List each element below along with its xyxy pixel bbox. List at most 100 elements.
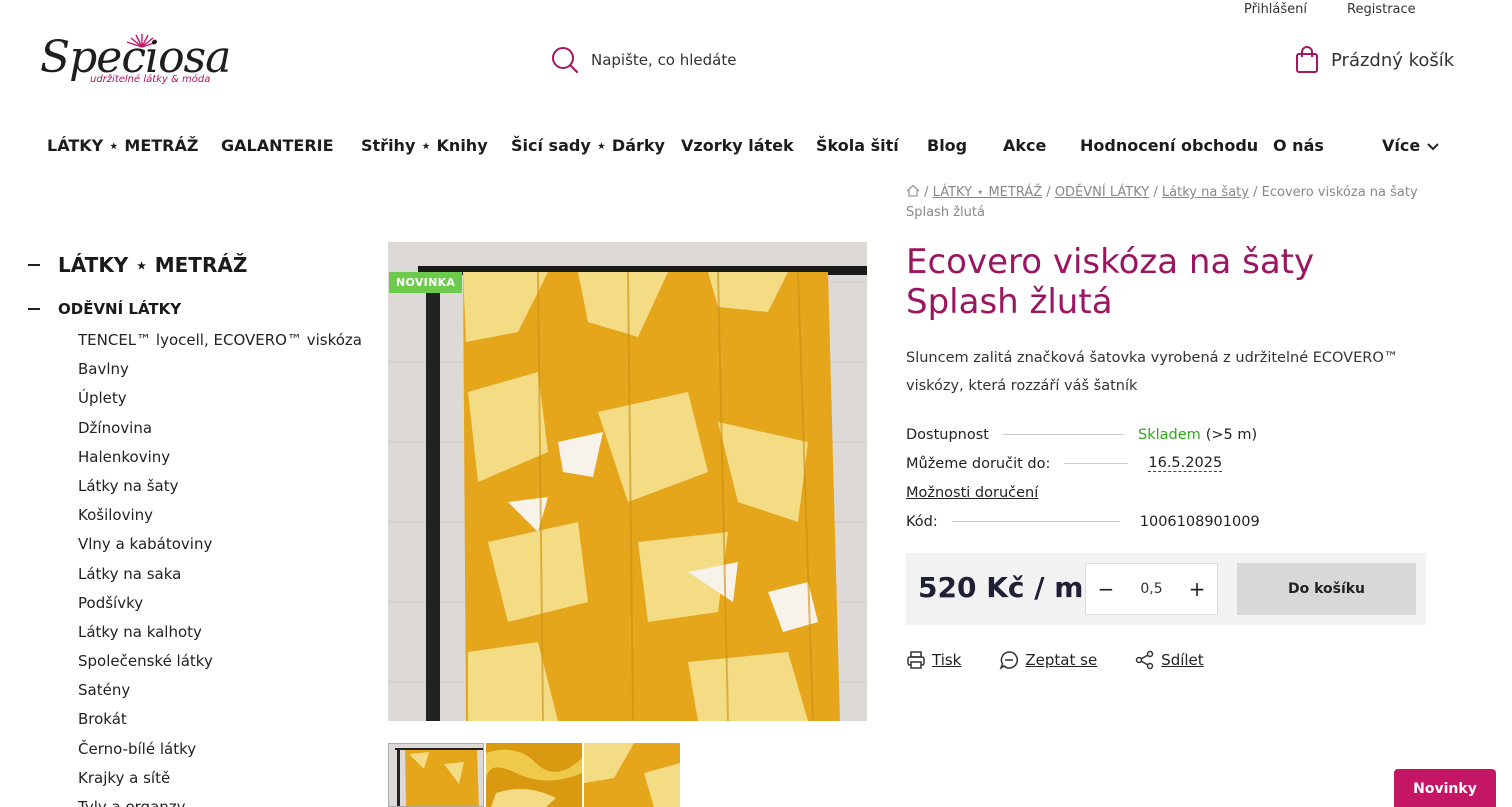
share-icon [1135, 650, 1154, 670]
nav-item-blog[interactable]: Blog [927, 136, 1003, 155]
sidebar-item[interactable]: Krajky a sítě [78, 764, 368, 793]
breadcrumb-separator: / [1253, 185, 1258, 200]
add-to-cart-button[interactable]: Do košíku [1237, 563, 1416, 615]
share-action[interactable]: Sdílet [1135, 650, 1204, 670]
availability-extra: (>5 m) [1205, 426, 1258, 443]
nav-item-strihy-knihy[interactable]: Střihy ⋆ Knihy [361, 136, 511, 155]
availability-label: Dostupnost [906, 426, 989, 443]
main-nav: LÁTKY ⋆ METRÁŽ GALANTERIE Střihy ⋆ Knihy… [47, 136, 1440, 155]
sidebar-item[interactable]: Brokát [78, 705, 368, 734]
price: 520 Kč / m [918, 571, 1084, 604]
qty-minus-button[interactable]: − [1096, 577, 1116, 601]
breadcrumb: / LÁTKY ⋆ METRÁŽ / ODĚVNÍ LÁTKY / Látky … [906, 183, 1436, 223]
search-icon [552, 47, 579, 74]
buy-box: 520 Kč / m − 0,5 + Do košíku [906, 553, 1426, 625]
qty-plus-button[interactable]: + [1187, 577, 1207, 601]
home-icon[interactable] [906, 184, 920, 197]
sidebar-item[interactable]: Bavlny [78, 355, 368, 384]
quantity-stepper: − 0,5 + [1085, 563, 1218, 615]
code-row: Kód: 1006108901009 [906, 507, 1426, 536]
breadcrumb-separator: / [1153, 185, 1158, 200]
new-badge: NOVINKA [389, 272, 463, 293]
sidebar-item[interactable]: Společenské látky [78, 647, 368, 676]
sidebar-item[interactable]: Vlny a kabátoviny [78, 530, 368, 559]
divider [1002, 434, 1124, 435]
shopping-bag-icon [1296, 46, 1318, 73]
logo-tagline: udržitelné látky & móda [90, 74, 211, 85]
search-input[interactable]: Napište, co hledáte [591, 51, 736, 69]
breadcrumb-latky-metraz[interactable]: LÁTKY ⋆ METRÁŽ [933, 185, 1042, 200]
nav-item-latky-metraz[interactable]: LÁTKY ⋆ METRÁŽ [47, 136, 221, 155]
sidebar-item[interactable]: Satény [78, 676, 368, 705]
fabric-photo [388, 242, 867, 721]
top-links: Přihlášení Registrace [1244, 0, 1416, 17]
product-actions: Tisk Zeptat se Sdílet [906, 650, 1204, 670]
cart-label: Prázdný košík [1331, 49, 1455, 71]
nav-item-akce[interactable]: Akce [1003, 136, 1080, 155]
delivery-row: Můžeme doručit do: 16.5.2025 [906, 449, 1426, 478]
sidebar-item[interactable]: Podšívky [78, 589, 368, 618]
nav-item-vzorky[interactable]: Vzorky látek [681, 136, 816, 155]
cart[interactable]: Prázdný košík [1295, 46, 1454, 74]
quantity-input[interactable]: 0,5 [1140, 581, 1162, 597]
sidebar-subtitle[interactable]: ODĚVNÍ LÁTKY [28, 298, 368, 320]
thumbnail-image [486, 743, 582, 807]
code-value: 1006108901009 [1139, 513, 1260, 530]
sidebar-item[interactable]: Černo-bílé látky [78, 735, 368, 764]
breadcrumb-odevni-latky[interactable]: ODĚVNÍ LÁTKY [1055, 185, 1149, 200]
code-label: Kód: [906, 513, 938, 530]
sidebar-item[interactable]: TENCEL™ lyocell, ECOVERO™ viskóza [78, 326, 368, 355]
chat-icon [999, 651, 1019, 670]
divider [1064, 463, 1129, 464]
divider [951, 521, 1120, 522]
logo[interactable]: Speciosa udržitelné látky & móda [38, 32, 231, 92]
thumbnail-1[interactable] [388, 743, 484, 807]
nav-item-o-nas[interactable]: O nás [1273, 136, 1382, 155]
nav-item-galanterie[interactable]: GALANTERIE [221, 136, 361, 155]
thumbnail-image [584, 743, 680, 807]
category-sidebar: LÁTKY ⋆ METRÁŽ ODĚVNÍ LÁTKY TENCEL™ lyoc… [28, 250, 368, 807]
nav-item-vice-label: Více [1382, 136, 1421, 155]
breadcrumb-separator: / [924, 185, 929, 200]
delivery-label: Můžeme doručit do: [906, 455, 1051, 472]
breadcrumb-latky-na-saty[interactable]: Látky na šaty [1162, 185, 1249, 200]
sidebar-item[interactable]: Úplety [78, 384, 368, 413]
sidebar-title[interactable]: LÁTKY ⋆ METRÁŽ [28, 250, 368, 280]
product-params: Dostupnost Skladem (>5 m) Můžeme doručit… [906, 420, 1426, 536]
collapse-icon [28, 308, 40, 310]
product-description: Sluncem zalitá značková šatovka vyrobená… [906, 350, 1399, 394]
search-bar[interactable]: Napište, co hledáte [551, 46, 736, 74]
print-label: Tisk [932, 651, 962, 669]
thumbnail-image [389, 744, 483, 806]
availability-value: Skladem [1137, 426, 1201, 443]
ask-action[interactable]: Zeptat se [999, 650, 1097, 670]
nav-item-vice[interactable]: Více [1382, 136, 1440, 155]
sidebar-subtitle-label: ODĚVNÍ LÁTKY [58, 300, 182, 318]
print-action[interactable]: Tisk [906, 650, 961, 670]
sidebar-item[interactable]: Džínovina [78, 414, 368, 443]
product-main-image[interactable] [388, 242, 867, 721]
sidebar-item[interactable]: Halenkoviny [78, 443, 368, 472]
sidebar-item[interactable]: Látky na šaty [78, 472, 368, 501]
delivery-options-link[interactable]: Možnosti doručení [906, 485, 1038, 501]
breadcrumb-separator: / [1046, 185, 1051, 200]
newsletter-button[interactable]: Novinky [1394, 769, 1496, 807]
nav-item-skola-siti[interactable]: Škola šití [816, 136, 927, 155]
sidebar-item[interactable]: Tyly a organzy [78, 793, 368, 807]
thumbnail-3[interactable] [584, 743, 680, 807]
delivery-date[interactable]: 16.5.2025 [1148, 455, 1223, 472]
availability-row: Dostupnost Skladem (>5 m) [906, 420, 1426, 449]
sidebar-item[interactable]: Látky na saka [78, 560, 368, 589]
nav-item-sici-sady[interactable]: Šicí sady ⋆ Dárky [511, 136, 681, 155]
collapse-icon [28, 264, 40, 266]
sidebar-item[interactable]: Košiloviny [78, 501, 368, 530]
chevron-down-icon [1427, 142, 1439, 150]
login-link[interactable]: Přihlášení [1244, 0, 1307, 17]
nav-item-hodnoceni[interactable]: Hodnocení obchodu [1080, 136, 1273, 155]
register-link[interactable]: Registrace [1347, 0, 1416, 17]
printer-icon [907, 651, 925, 669]
sidebar-title-label: LÁTKY ⋆ METRÁŽ [58, 253, 248, 277]
sidebar-list: TENCEL™ lyocell, ECOVERO™ viskóza Bavlny… [78, 326, 368, 807]
sidebar-item[interactable]: Látky na kalhoty [78, 618, 368, 647]
thumbnail-2[interactable] [486, 743, 582, 807]
